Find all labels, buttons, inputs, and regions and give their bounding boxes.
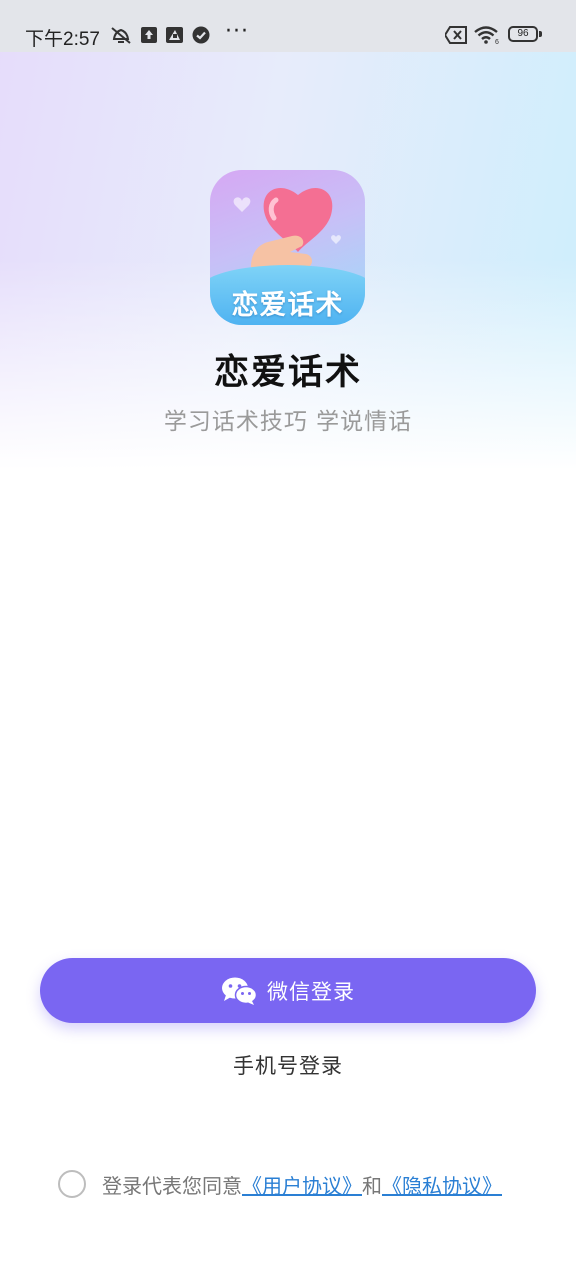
app-name: 恋爱话术 — [213, 353, 362, 393]
app-slogan: 学习话术技巧 学说情话 — [163, 409, 413, 435]
logo-text: 恋爱话术 — [231, 290, 344, 321]
wechat-login-button[interactable]: 微信登录 — [40, 958, 536, 1023]
user-agreement-link[interactable]: 《用户协议》 — [242, 1170, 362, 1199]
status-bar: 下午2:57 ··· 6 96 — [0, 0, 576, 52]
battery-icon: 96 — [508, 26, 538, 42]
sim-off-icon — [445, 26, 467, 44]
wifi-icon: 6 — [474, 26, 499, 44]
status-time: 下午2:57 — [25, 29, 100, 50]
app-logo: 恋爱话术 — [210, 170, 365, 325]
battery-tip — [539, 31, 542, 37]
app-notification-icon — [166, 27, 183, 43]
more-notifications-icon: ··· — [225, 19, 249, 44]
upload-icon — [141, 27, 157, 43]
agreement-checkbox[interactable] — [58, 1170, 86, 1198]
agreement-conjunction: 和 — [362, 1173, 382, 1198]
wechat-login-label: 微信登录 — [267, 979, 355, 1004]
privacy-agreement-link[interactable]: 《隐私协议》 — [382, 1170, 502, 1199]
mute-icon — [111, 27, 131, 44]
agreement-prefix: 登录代表您同意 — [102, 1173, 242, 1198]
wechat-icon — [222, 977, 257, 1005]
phone-login-link[interactable]: 手机号登录 — [0, 1050, 576, 1080]
svg-text:6: 6 — [495, 39, 499, 44]
agreement-row: 登录代表您同意 《用户协议》 和 《隐私协议》 — [58, 1168, 502, 1200]
check-circle-icon — [192, 26, 210, 44]
